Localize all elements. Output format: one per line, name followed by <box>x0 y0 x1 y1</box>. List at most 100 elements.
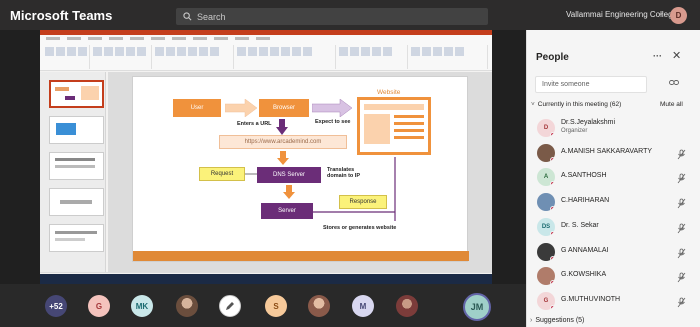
ppt-ribbon <box>40 35 492 71</box>
avatar: G <box>537 291 555 310</box>
dns-server-box: DNS Server <box>257 167 321 183</box>
slide-footer <box>133 251 469 261</box>
slide-thumbnail[interactable] <box>49 80 104 108</box>
mic-off-icon[interactable] <box>677 221 686 239</box>
participant-strip: +52 G MK S M JM <box>0 284 526 327</box>
participant-row[interactable]: C.HARIHARAN <box>527 190 700 214</box>
status-dot <box>550 132 555 137</box>
participant-avatar[interactable] <box>176 295 198 317</box>
people-panel: People ··· ✕ Invite someone ˅ Currently i… <box>526 30 700 327</box>
avatar <box>537 193 555 212</box>
avatar <box>537 242 555 261</box>
avatar: DS <box>537 217 555 236</box>
participant-avatar[interactable] <box>308 295 330 317</box>
participant-name: G ANNAMALAI <box>561 246 609 254</box>
mic-off-icon[interactable] <box>677 171 686 189</box>
participant-name: G.MUTHUVINOTH <box>561 295 621 303</box>
search-input[interactable]: Search <box>176 8 488 25</box>
participant-name: A.MANISH SAKKARAVARTY <box>561 147 653 155</box>
participant-role: Organizer <box>561 128 588 134</box>
website-label: Website <box>377 89 401 96</box>
status-dot <box>550 181 555 187</box>
participant-avatar[interactable]: G <box>88 295 110 317</box>
website-illustration <box>357 97 431 155</box>
participant-row[interactable]: G ANNAMALAI <box>527 240 700 264</box>
invite-input[interactable]: Invite someone <box>535 76 647 93</box>
slide-thumbnail[interactable] <box>49 116 104 144</box>
more-options-icon[interactable]: ··· <box>653 51 662 61</box>
title-bar: Microsoft Teams Search Vallammai Enginee… <box>0 0 700 30</box>
server-box: Server <box>261 203 313 219</box>
mute-all-button[interactable]: Mute all <box>660 101 683 108</box>
search-icon <box>183 12 192 21</box>
arrow-down-dns <box>277 151 289 165</box>
slide-thumbnails <box>40 72 106 272</box>
url-bar: https://www.arcademind.com <box>219 135 347 149</box>
mic-off-icon[interactable] <box>677 246 686 264</box>
participant-row[interactable]: D Dr.S.Jeyalakshmi Organizer <box>527 116 700 140</box>
browser-box: Browser <box>259 99 309 117</box>
status-dot <box>550 206 555 212</box>
request-box: Request <box>199 167 245 181</box>
meeting-section-header[interactable]: ˅ Currently in this meeting (62) <box>531 101 621 108</box>
panel-title: People <box>536 52 569 63</box>
mic-off-icon[interactable] <box>677 270 686 288</box>
chevron-down-icon[interactable]: ⌄ <box>658 9 664 17</box>
slide-canvas: User Browser Expect to see Website Enter… <box>108 72 492 272</box>
shared-screen: User Browser Expect to see Website Enter… <box>0 30 526 284</box>
arrow-down-url <box>276 119 288 135</box>
avatar: D <box>537 119 555 137</box>
slide: User Browser Expect to see Website Enter… <box>132 76 469 262</box>
arrow-user-browser <box>225 99 257 117</box>
status-dot <box>550 230 555 236</box>
participant-row[interactable]: DS Dr. S. Sekar <box>527 215 700 239</box>
slide-thumbnail[interactable] <box>49 224 104 252</box>
status-dot <box>550 255 555 261</box>
status-dot <box>550 304 555 310</box>
participant-avatar[interactable] <box>219 295 241 317</box>
participant-avatar[interactable]: S <box>265 295 287 317</box>
arrow-down-server <box>283 185 295 199</box>
enters-url-label: Enters a URL <box>237 121 272 127</box>
app-title: Microsoft Teams <box>10 7 113 23</box>
arrow-browser-website <box>312 99 352 117</box>
avatar <box>537 143 555 162</box>
share-link-icon[interactable] <box>669 79 679 88</box>
windows-taskbar <box>40 274 492 284</box>
teams-window: Microsoft Teams Search Vallammai Enginee… <box>0 0 700 327</box>
participant-avatar[interactable]: M <box>352 295 374 317</box>
overflow-count[interactable]: +52 <box>45 295 67 317</box>
avatar: A <box>537 168 555 187</box>
slide-thumbnail[interactable] <box>49 188 104 216</box>
user-avatar[interactable]: D <box>670 7 687 24</box>
mic-off-icon[interactable] <box>677 147 686 165</box>
slide-thumbnail[interactable] <box>49 152 104 180</box>
participant-avatar[interactable]: MK <box>131 295 153 317</box>
status-dot <box>550 156 555 162</box>
avatar <box>537 267 555 286</box>
mic-off-icon[interactable] <box>677 196 686 214</box>
participant-name: Dr.S.Jeyalakshmi <box>561 119 616 126</box>
participant-row[interactable]: G.KOWSHIKA <box>527 264 700 288</box>
pencil-icon <box>226 302 234 310</box>
status-dot <box>550 280 555 286</box>
participant-name: A.SANTHOSH <box>561 172 607 180</box>
participant-avatar[interactable] <box>396 295 418 317</box>
close-icon[interactable]: ✕ <box>672 49 681 62</box>
translates-label: Translates domain to IP <box>327 167 360 180</box>
mic-off-icon[interactable] <box>677 295 686 313</box>
self-avatar[interactable]: JM <box>463 293 491 321</box>
participant-row[interactable]: G G.MUTHUVINOTH <box>527 289 700 313</box>
powerpoint-window: User Browser Expect to see Website Enter… <box>40 30 492 284</box>
user-box: User <box>173 99 221 117</box>
suggestions-section[interactable]: › Suggestions (5) <box>530 317 584 324</box>
participant-row[interactable]: A A.SANTHOSH <box>527 165 700 189</box>
chevron-right-icon: › <box>530 317 533 324</box>
expect-label: Expect to see <box>315 119 351 125</box>
participant-name: G.KOWSHIKA <box>561 271 607 279</box>
stores-label: Stores or generates website <box>323 225 397 231</box>
participant-row[interactable]: A.MANISH SAKKARAVARTY <box>527 141 700 165</box>
response-box: Response <box>339 195 387 209</box>
participant-name: C.HARIHARAN <box>561 197 610 205</box>
search-placeholder: Search <box>197 11 226 22</box>
